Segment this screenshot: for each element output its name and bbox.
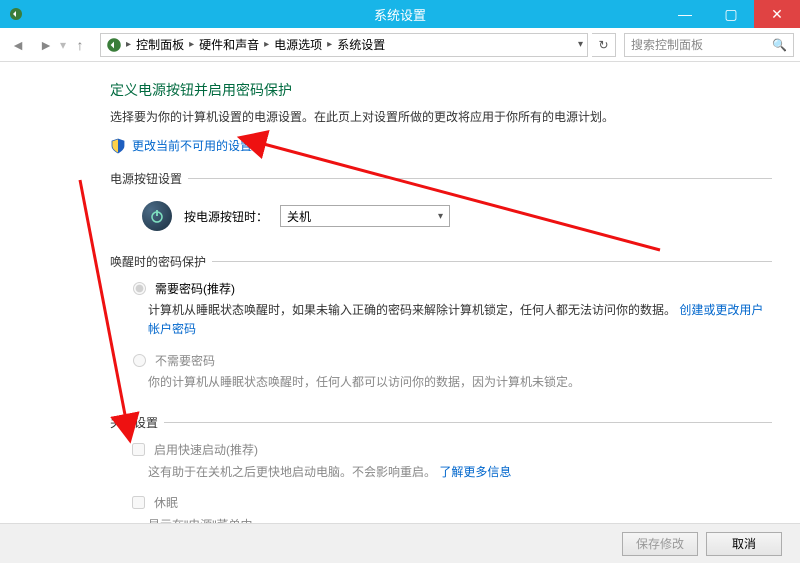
- forward-button[interactable]: ►: [34, 33, 58, 57]
- window-titlebar: 系统设置 — ▢ ✕: [0, 0, 800, 28]
- wake-password-section: 唤醒时的密码保护 需要密码(推荐) 计算机从睡眠状态唤醒时，如果未输入正确的密码…: [110, 253, 772, 402]
- fast-startup-checkbox[interactable]: 启用快速启动(推荐): [110, 439, 772, 461]
- search-placeholder: 搜索控制面板: [631, 36, 703, 53]
- breadcrumb[interactable]: ▸ 控制面板 ▸ 硬件和声音 ▸ 电源选项 ▸ 系统设置 ▾: [100, 33, 588, 57]
- main-content: 定义电源按钮并启用密码保护 选择要为你的计算机设置的电源设置。在此页上对设置所做…: [0, 62, 800, 563]
- history-dropdown-icon[interactable]: ▾: [60, 38, 66, 52]
- checkbox-label: 休眠: [154, 494, 178, 511]
- checkbox-label: 启用快速启动(推荐): [154, 441, 258, 458]
- chevron-right-icon: ▸: [125, 39, 132, 50]
- change-unavailable-settings-label: 更改当前不可用的设置: [132, 137, 252, 154]
- chevron-right-icon: ▸: [326, 39, 333, 50]
- section-legend: 关机设置: [110, 414, 164, 431]
- power-button-action-value: 关机: [287, 208, 311, 225]
- toolbar: ◄ ► ▾ ↑ ▸ 控制面板 ▸ 硬件和声音 ▸ 电源选项 ▸ 系统设置 ▾ ↻…: [0, 28, 800, 62]
- checkbox-input[interactable]: [132, 496, 145, 509]
- radio-label: 需要密码(推荐): [155, 280, 235, 297]
- back-button[interactable]: ◄: [6, 33, 30, 57]
- close-button[interactable]: ✕: [754, 0, 800, 28]
- maximize-button[interactable]: ▢: [708, 0, 754, 28]
- app-icon: [8, 6, 24, 22]
- search-input[interactable]: 搜索控制面板 🔍: [624, 33, 794, 57]
- page-description: 选择要为你的计算机设置的电源设置。在此页上对设置所做的更改将应用于你所有的电源计…: [110, 108, 772, 127]
- refresh-button[interactable]: ↻: [592, 33, 616, 57]
- section-legend: 电源按钮设置: [110, 170, 188, 187]
- address-icon: [105, 36, 123, 54]
- save-button[interactable]: 保存修改: [622, 532, 698, 556]
- breadcrumb-item[interactable]: 硬件和声音: [197, 36, 261, 53]
- search-icon: 🔍: [772, 38, 787, 52]
- page-heading: 定义电源按钮并启用密码保护: [110, 80, 772, 100]
- shield-icon: [110, 138, 126, 154]
- learn-more-link[interactable]: 了解更多信息: [439, 465, 511, 479]
- no-password-description: 你的计算机从睡眠状态唤醒时，任何人都可以访问你的数据，因为计算机未锁定。: [110, 371, 772, 402]
- chevron-right-icon: ▸: [188, 39, 195, 50]
- radio-label: 不需要密码: [155, 352, 215, 369]
- breadcrumb-item[interactable]: 系统设置: [335, 36, 387, 53]
- breadcrumb-item[interactable]: 控制面板: [134, 36, 186, 53]
- chevron-down-icon[interactable]: ▾: [578, 39, 583, 50]
- power-icon: [142, 201, 172, 231]
- chevron-right-icon: ▸: [263, 39, 270, 50]
- fast-startup-description: 这有助于在关机之后更快地启动电脑。不会影响重启。 了解更多信息: [110, 461, 772, 492]
- power-button-action-select[interactable]: 关机 ▾: [280, 205, 450, 227]
- require-password-description: 计算机从睡眠状态唤醒时，如果未输入正确的密码来解除计算机锁定，任何人都无法访问你…: [110, 299, 772, 349]
- radio-input[interactable]: [133, 354, 146, 367]
- no-password-radio[interactable]: 不需要密码: [110, 350, 772, 371]
- radio-input[interactable]: [133, 282, 146, 295]
- cancel-button[interactable]: 取消: [706, 532, 782, 556]
- checkbox-input[interactable]: [132, 443, 145, 456]
- up-button[interactable]: ↑: [68, 33, 92, 57]
- footer: 保存修改 取消: [0, 523, 800, 563]
- window-title: 系统设置: [374, 5, 426, 24]
- require-password-radio[interactable]: 需要密码(推荐): [110, 278, 772, 299]
- minimize-button[interactable]: —: [662, 0, 708, 28]
- change-unavailable-settings-link[interactable]: 更改当前不可用的设置: [110, 137, 772, 154]
- chevron-down-icon: ▾: [438, 211, 443, 222]
- power-button-section: 电源按钮设置 按电源按钮时： 关机 ▾: [110, 170, 772, 241]
- breadcrumb-item[interactable]: 电源选项: [272, 36, 324, 53]
- section-legend: 唤醒时的密码保护: [110, 253, 212, 270]
- hibernate-checkbox[interactable]: 休眠: [110, 492, 772, 514]
- power-button-label: 按电源按钮时：: [184, 208, 268, 225]
